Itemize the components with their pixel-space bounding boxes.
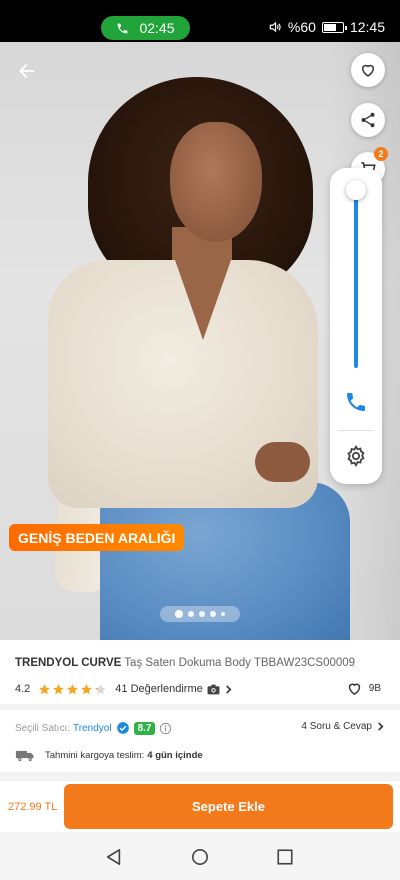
reviews-count: 41 Değerlendirme	[115, 683, 203, 695]
rating-stars	[38, 683, 107, 696]
carousel-dot[interactable]	[221, 612, 225, 616]
divider	[0, 772, 400, 780]
volume-slider-track[interactable]	[354, 188, 358, 368]
model-face	[170, 122, 262, 242]
shipping-value: 4 gün içinde	[147, 749, 203, 761]
battery-percent: %60	[287, 19, 316, 35]
carousel-dot[interactable]	[210, 611, 216, 617]
price: 272.99 TL	[8, 801, 58, 813]
volume-panel	[330, 168, 382, 484]
qa-link[interactable]: 4 Soru & Cevap	[301, 721, 385, 732]
divider	[0, 704, 400, 710]
model-vneck	[175, 260, 231, 340]
image-carousel-dots[interactable]	[160, 606, 240, 622]
status-bar: 02:45 %60 12:45	[0, 0, 400, 42]
seller-score: 8.7	[133, 721, 156, 735]
call-timer: 02:45	[139, 20, 175, 36]
add-to-cart-button[interactable]: Sepete Ekle	[64, 784, 393, 829]
back-triangle-icon[interactable]	[105, 848, 123, 866]
share-button[interactable]	[351, 103, 385, 137]
seller-row: Seçili Satıcı: Trendyol 8.7 4 Soru & Cev…	[15, 718, 385, 738]
rating-value: 4.2	[15, 683, 31, 695]
seller-name[interactable]: Trendyol	[73, 723, 112, 734]
carousel-dot[interactable]	[199, 611, 205, 617]
star-icon	[39, 683, 51, 694]
gear-icon[interactable]	[344, 444, 368, 468]
chevron-right-icon	[225, 684, 232, 694]
info-icon[interactable]	[159, 722, 172, 735]
favorite-button[interactable]	[351, 53, 385, 87]
battery-icon	[321, 21, 347, 33]
rating-row: 4.2 41 Değerlendirme 9B	[15, 680, 385, 698]
product-brand[interactable]: TRENDYOL CURVE	[15, 657, 121, 669]
heart-icon	[361, 64, 375, 77]
carousel-dot[interactable]	[175, 610, 183, 618]
bottom-action-bar: 272.99 TL Sepete Ekle	[0, 780, 400, 832]
share-icon	[361, 112, 375, 128]
shipping-row: Tahmini kargoya teslim: 4 gün içinde	[15, 746, 203, 764]
star-icon	[81, 683, 93, 694]
verified-icon	[116, 722, 129, 734]
ongoing-call-pill[interactable]: 02:45	[101, 16, 190, 40]
favorites[interactable]: 9B	[346, 680, 381, 697]
heart-icon	[348, 683, 360, 696]
recents-square-icon[interactable]	[276, 848, 294, 866]
seller-label: Seçili Satıcı:	[15, 722, 71, 734]
product-name: Taş Saten Dokuma Body TBBAW23CS00009	[124, 657, 356, 669]
shipping-label: Tahmini kargoya teslim:	[45, 749, 145, 761]
star-icon	[67, 683, 79, 694]
speaker-icon	[269, 21, 281, 33]
volume-divider	[338, 430, 374, 431]
call-volume-phone-icon[interactable]	[344, 390, 368, 414]
model-hand	[255, 442, 310, 482]
cart-count-badge: 2	[374, 147, 388, 161]
system-navigation-bar	[0, 832, 400, 880]
volume-slider-thumb[interactable]	[346, 180, 366, 200]
phone-icon	[118, 23, 128, 33]
back-button[interactable]	[14, 58, 40, 84]
home-circle-icon[interactable]	[191, 848, 209, 866]
star-icon	[95, 683, 107, 694]
product-title: TRENDYOL CURVE Taş Saten Dokuma Body TBB…	[15, 657, 355, 669]
qa-label: 4 Soru & Cevap	[301, 721, 372, 732]
camera-icon	[207, 684, 220, 694]
truck-icon	[15, 750, 34, 761]
carousel-dot[interactable]	[188, 611, 194, 617]
chevron-right-icon	[378, 722, 384, 731]
status-right: %60 12:45	[268, 19, 385, 35]
favorites-count: 9B	[368, 683, 381, 694]
back-arrow-icon	[19, 64, 35, 78]
clock: 12:45	[349, 19, 385, 35]
wide-size-range-badge: GENİŞ BEDEN ARALIĞI	[9, 524, 185, 551]
reviews-link[interactable]: 41 Değerlendirme	[115, 683, 232, 695]
star-icon	[53, 683, 65, 694]
